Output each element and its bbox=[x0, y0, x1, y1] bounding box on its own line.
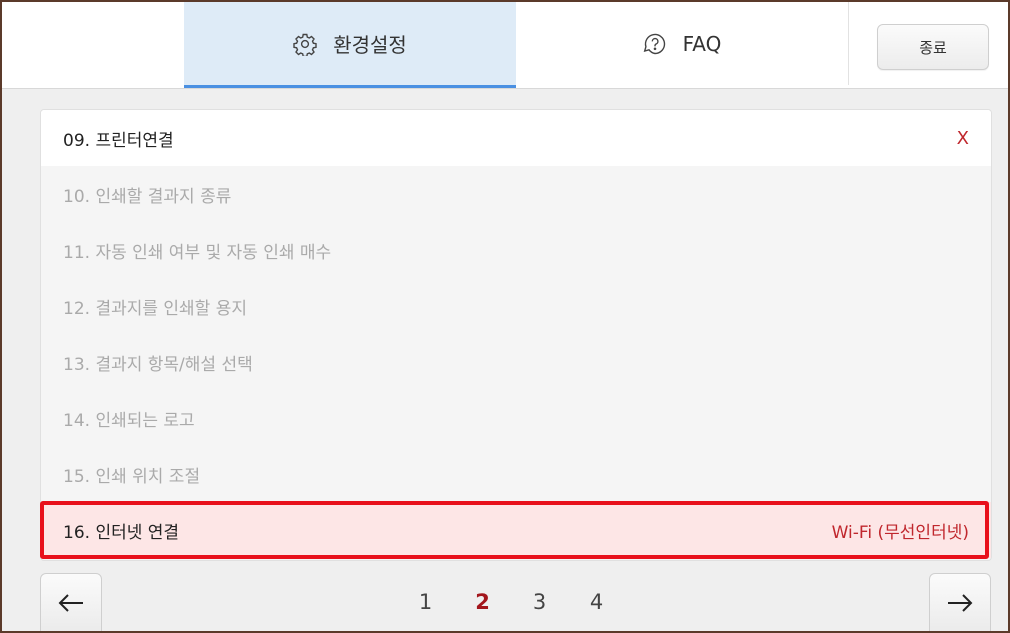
list-item[interactable]: 12. 결과지를 인쇄할 용지 bbox=[41, 278, 991, 334]
list-item-label: 14. 인쇄되는 로고 bbox=[63, 410, 195, 431]
list-item-value: X bbox=[956, 127, 969, 149]
close-button[interactable]: 종료 bbox=[877, 24, 989, 70]
settings-list: 09. 프린터연결 X 10. 인쇄할 결과지 종류 11. 자동 인쇄 여부 … bbox=[40, 109, 992, 561]
list-item[interactable]: 14. 인쇄되는 로고 bbox=[41, 390, 991, 446]
list-item[interactable]: 15. 인쇄 위치 조절 bbox=[41, 446, 991, 502]
tab-faq[interactable]: FAQ bbox=[516, 2, 849, 85]
gear-icon bbox=[293, 33, 317, 56]
next-page-button[interactable] bbox=[929, 573, 991, 631]
list-item[interactable]: 13. 결과지 항목/해설 선택 bbox=[41, 334, 991, 390]
list-item-label: 12. 결과지를 인쇄할 용지 bbox=[63, 298, 248, 319]
page-number-1[interactable]: 1 bbox=[397, 590, 454, 614]
tab-faq-label: FAQ bbox=[682, 31, 722, 56]
page-number-3[interactable]: 3 bbox=[511, 590, 568, 614]
list-item[interactable]: 10. 인쇄할 결과지 종류 bbox=[41, 166, 991, 222]
page-number-2[interactable]: 2 bbox=[454, 590, 511, 614]
list-item-internet-connection[interactable]: 16. 인터넷 연결 Wi-Fi (무선인터넷) bbox=[41, 502, 991, 558]
list-item-label: 16. 인터넷 연결 bbox=[63, 522, 180, 543]
list-item-printer-connection[interactable]: 09. 프린터연결 X bbox=[41, 110, 991, 166]
arrow-right-icon bbox=[948, 594, 973, 612]
list-item-label: 15. 인쇄 위치 조절 bbox=[63, 466, 201, 487]
arrow-left-icon bbox=[58, 594, 83, 612]
question-icon bbox=[643, 33, 665, 54]
list-item-label: 09. 프린터연결 bbox=[63, 130, 174, 151]
prev-page-button[interactable] bbox=[40, 573, 102, 631]
list-item-value: Wi-Fi (무선인터넷) bbox=[831, 522, 969, 543]
tab-settings-label: 환경설정 bbox=[333, 33, 407, 57]
list-item[interactable]: 11. 자동 인쇄 여부 및 자동 인쇄 매수 bbox=[41, 222, 991, 278]
list-item-label: 10. 인쇄할 결과지 종류 bbox=[63, 186, 232, 207]
header-bar: 환경설정 FAQ 종료 bbox=[2, 2, 1008, 89]
list-item-label: 13. 결과지 항목/해설 선택 bbox=[63, 354, 253, 375]
pagination: 1 2 3 4 bbox=[397, 590, 625, 614]
app-window: 환경설정 FAQ 종료 09. 프린터연결 X 10. 인쇄할 결과지 종류 1… bbox=[0, 0, 1010, 633]
page-number-4[interactable]: 4 bbox=[568, 590, 625, 614]
tab-settings[interactable]: 환경설정 bbox=[184, 2, 516, 88]
list-item-label: 11. 자동 인쇄 여부 및 자동 인쇄 매수 bbox=[63, 242, 332, 263]
